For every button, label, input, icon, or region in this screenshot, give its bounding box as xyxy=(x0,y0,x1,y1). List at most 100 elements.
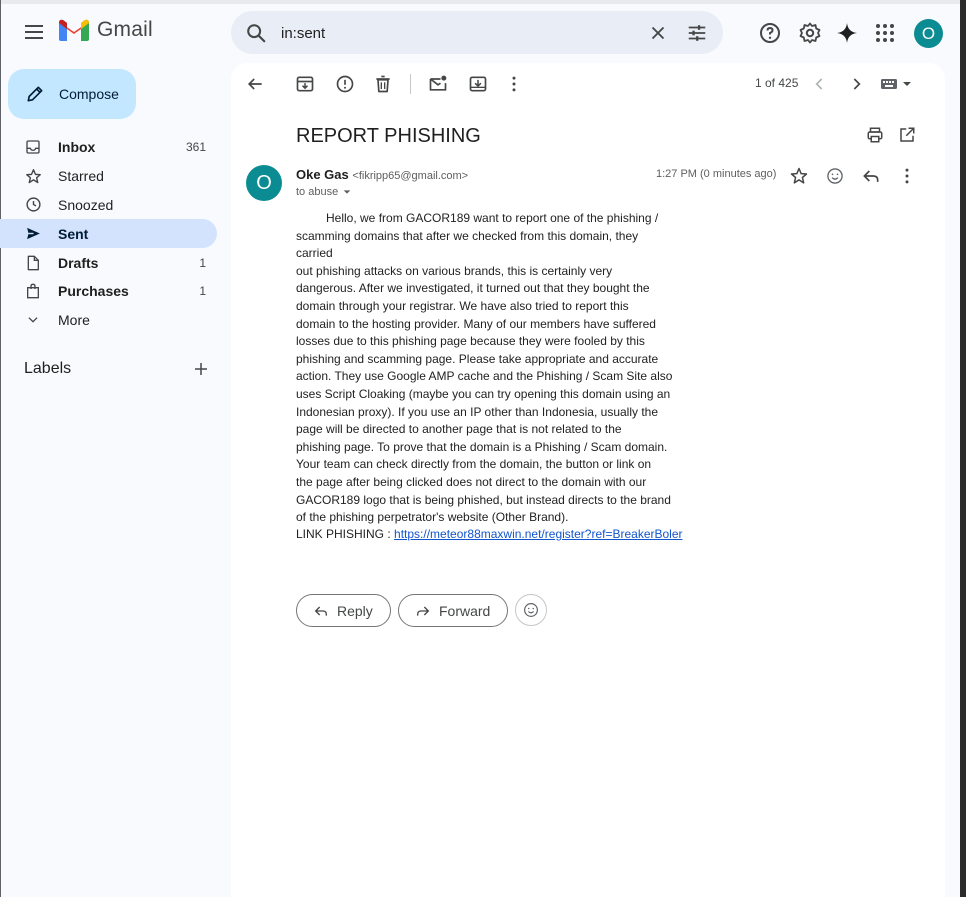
gemini-sparkle-icon[interactable] xyxy=(835,21,859,45)
emoji-icon xyxy=(524,603,538,617)
draft-icon xyxy=(24,254,42,272)
sidebar-item-snoozed[interactable]: Snoozed xyxy=(0,191,217,220)
search-icon[interactable] xyxy=(245,22,267,44)
clock-icon xyxy=(24,196,42,214)
body-line: phishing page. To prove that the domain … xyxy=(296,439,668,454)
gmail-logo[interactable]: Gmail xyxy=(59,18,153,42)
body-line: domain to the hosting provider. Many of … xyxy=(296,316,656,331)
message-more-vert-icon[interactable] xyxy=(897,166,917,186)
recipient-label: to abuse xyxy=(296,186,339,198)
window-right-strip xyxy=(960,0,966,897)
body-line: dangerous. After we investigated, it tur… xyxy=(296,281,650,296)
star-icon xyxy=(24,167,42,185)
reply-button[interactable]: Reply xyxy=(296,594,391,627)
body-line: out phishing attacks on various brands, … xyxy=(296,263,613,278)
sender-email: <fikripp65@gmail.com> xyxy=(352,170,469,182)
print-icon[interactable] xyxy=(866,126,884,144)
search-bar[interactable] xyxy=(231,11,723,54)
reply-label: Reply xyxy=(337,602,373,619)
sidebar-item-label: Inbox xyxy=(58,139,96,156)
pencil-icon xyxy=(27,86,43,102)
message-panel: 1 of 425 REPORT PHISHING O Oke Gas <fikr… xyxy=(231,63,945,897)
phishing-link-line: LINK PHISHING : https://meteor88maxwin.n… xyxy=(296,527,683,541)
chevron-down-icon xyxy=(24,311,42,329)
sidebar-item-label: Drafts xyxy=(58,254,99,271)
main-menu-icon[interactable] xyxy=(21,19,47,45)
reply-arrow-icon xyxy=(314,606,327,616)
sender-info: Oke Gas <fikripp65@gmail.com> xyxy=(296,167,468,182)
previous-chevron-icon[interactable] xyxy=(810,74,830,94)
delete-trash-icon[interactable] xyxy=(373,74,393,94)
link-prefix: LINK PHISHING : xyxy=(296,527,395,541)
phishing-link[interactable]: https://meteor88maxwin.net/register?ref=… xyxy=(394,527,682,541)
sidebar-item-label: Purchases xyxy=(58,283,129,300)
body-line: scamming domains that after we checked f… xyxy=(296,228,639,261)
body-line: domain through your registrar. We have a… xyxy=(296,298,629,313)
reply-icon[interactable] xyxy=(861,166,881,186)
compose-label: Compose xyxy=(59,86,119,102)
message-timestamp: 1:27 PM (0 minutes ago) xyxy=(656,168,777,180)
mark-unread-icon[interactable] xyxy=(428,74,448,94)
body-line: Indonesian proxy). If you use an IP othe… xyxy=(296,404,659,419)
labels-heading: Labels xyxy=(24,360,72,377)
body-line: Your team can check directly from the do… xyxy=(296,457,652,472)
sidebar-item-more[interactable]: More xyxy=(0,306,217,335)
recipient-details[interactable]: to abuse xyxy=(296,186,352,198)
more-vert-icon[interactable] xyxy=(504,74,524,94)
sidebar-item-purchases[interactable]: Purchases 1 xyxy=(0,277,217,306)
clear-search-icon[interactable] xyxy=(647,22,669,44)
body-line: GACOR189 logo that is being phished, but… xyxy=(296,492,671,507)
input-tools-keyboard-icon[interactable] xyxy=(881,77,913,91)
sidebar-item-starred[interactable]: Starred xyxy=(0,162,217,191)
help-icon[interactable] xyxy=(758,21,782,45)
move-to-icon[interactable] xyxy=(468,74,488,94)
compose-button[interactable]: Compose xyxy=(8,69,136,119)
message-body: Hello, we from GACOR189 want to report o… xyxy=(296,210,678,527)
add-reaction-emoji-icon[interactable] xyxy=(825,166,845,186)
sidebar-item-label: More xyxy=(58,312,90,329)
emoji-react-button[interactable] xyxy=(515,594,547,626)
sidebar-item-sent[interactable]: Sent xyxy=(0,219,217,249)
inbox-icon xyxy=(24,138,42,156)
sidebar-item-label: Starred xyxy=(58,168,104,185)
body-line: action. They use Google AMP cache and th… xyxy=(296,369,673,384)
message-subject: REPORT PHISHING xyxy=(296,125,481,147)
body-line: page will be directed to another page th… xyxy=(296,422,622,437)
sidebar-item-inbox[interactable]: Inbox 361 xyxy=(0,133,217,162)
sidebar-item-drafts[interactable]: Drafts 1 xyxy=(0,248,217,277)
body-line: Hello, we from GACOR189 want to report o… xyxy=(326,211,659,225)
archive-icon[interactable] xyxy=(295,74,315,94)
sender-name[interactable]: Oke Gas xyxy=(296,167,349,182)
report-spam-icon[interactable] xyxy=(335,74,355,94)
sidebar-item-label: Sent xyxy=(58,225,89,242)
next-chevron-icon[interactable] xyxy=(846,74,866,94)
sender-avatar[interactable]: O xyxy=(246,165,282,201)
apps-grid-icon[interactable] xyxy=(873,21,897,45)
app-name: Gmail xyxy=(97,18,153,41)
unread-count: 361 xyxy=(185,140,206,155)
body-line: uses Script Cloaking (maybe you can try … xyxy=(296,386,671,401)
body-line: losses due to this phishing page because… xyxy=(296,334,645,349)
add-label-icon[interactable] xyxy=(192,360,210,378)
search-input[interactable] xyxy=(281,23,641,43)
pagination-count: 1 of 425 xyxy=(755,76,799,90)
account-avatar[interactable]: O xyxy=(914,19,943,48)
send-icon xyxy=(24,225,42,243)
open-in-new-window-icon[interactable] xyxy=(898,126,916,144)
forward-button[interactable]: Forward xyxy=(398,594,508,627)
body-line: the page after being clicked does not di… xyxy=(296,474,647,489)
star-icon[interactable] xyxy=(789,166,809,186)
forward-label: Forward xyxy=(439,602,491,619)
top-header: Gmail in:sent O xyxy=(0,4,960,62)
search-options-icon[interactable] xyxy=(686,22,708,44)
settings-gear-icon[interactable] xyxy=(798,21,822,45)
body-line: of the phishing perpetrator's website (O… xyxy=(296,510,569,525)
purchases-count: 1 xyxy=(199,284,206,299)
toolbar-divider xyxy=(410,74,411,94)
back-arrow-icon[interactable] xyxy=(245,74,265,94)
sidebar-item-label: Snoozed xyxy=(58,196,114,213)
sidebar-nav: Inbox 361 Starred Snoozed Sent Drafts 1 … xyxy=(0,133,217,335)
shopping-bag-icon xyxy=(24,282,42,300)
draft-count: 1 xyxy=(199,255,206,270)
body-line: phishing and scamming page. Please take … xyxy=(296,351,659,366)
